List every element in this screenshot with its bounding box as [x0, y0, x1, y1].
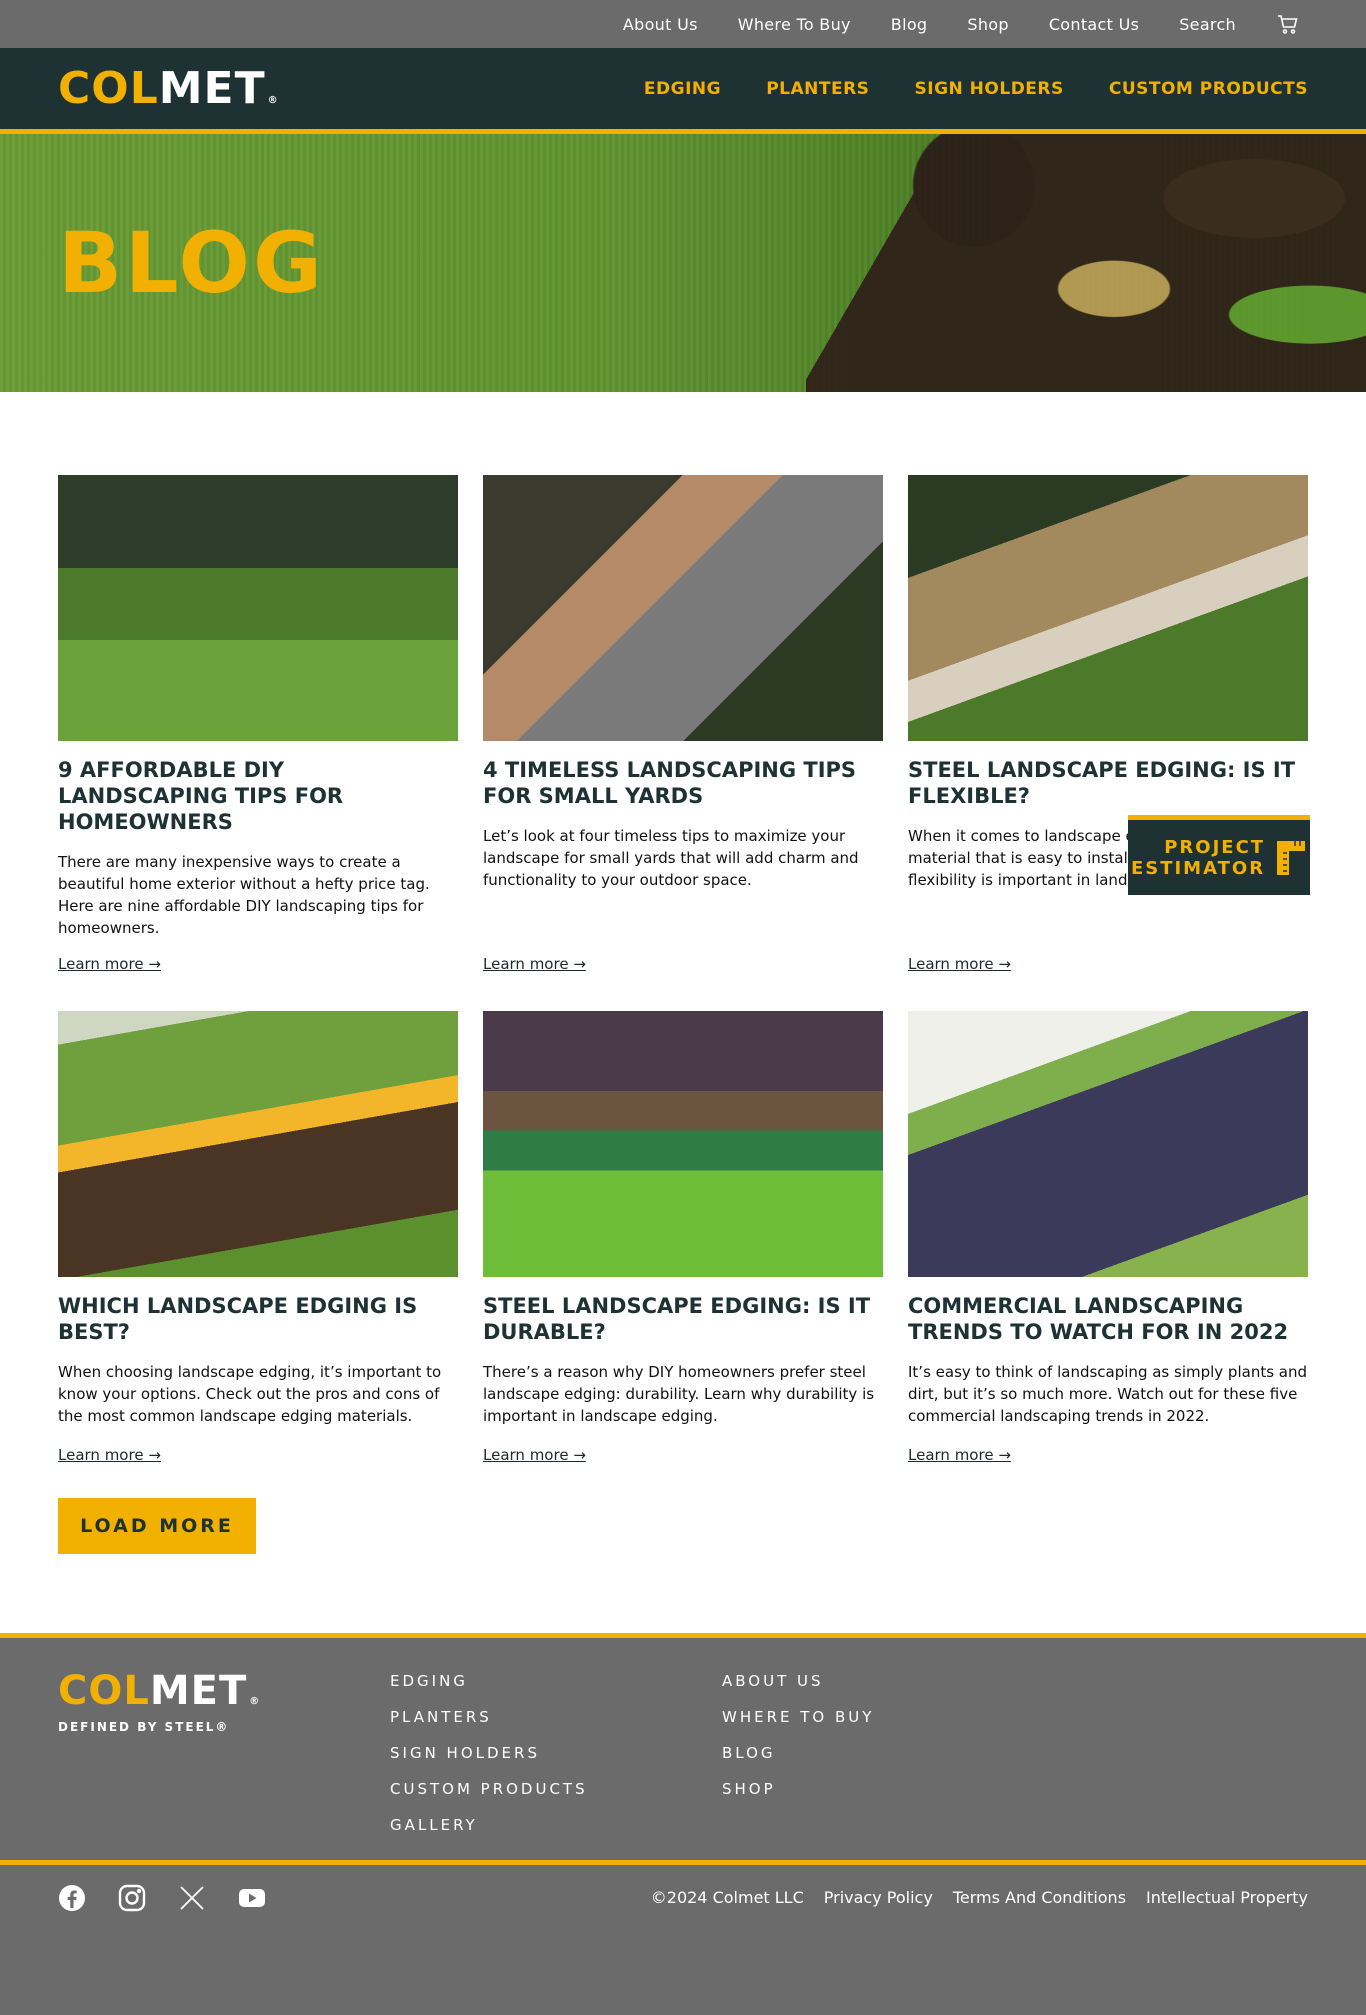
utility-link-contact[interactable]: Contact Us — [1049, 15, 1139, 34]
footer-logo-reg: ® — [249, 1696, 261, 1707]
learn-more-link[interactable]: Learn more → — [483, 1446, 586, 1464]
post-card: 4 TIMELESS LANDSCAPING TIPS FOR SMALL YA… — [483, 475, 883, 1011]
post-title[interactable]: 4 TIMELESS LANDSCAPING TIPS FOR SMALL YA… — [483, 757, 883, 809]
post-card: COMMERCIAL LANDSCAPING TRENDS TO WATCH F… — [908, 1011, 1308, 1499]
footer-link-blog[interactable]: BLOG — [722, 1744, 874, 1762]
footer-link-where-to-buy[interactable]: WHERE TO BUY — [722, 1708, 874, 1726]
post-thumbnail[interactable] — [908, 1011, 1308, 1277]
footer-link-planters[interactable]: PLANTERS — [390, 1708, 588, 1726]
logo-met: MET — [158, 63, 266, 114]
logo-col: COL — [58, 63, 159, 114]
post-title[interactable]: 9 AFFORDABLE DIY LANDSCAPING TIPS FOR HO… — [58, 757, 458, 835]
instagram-icon[interactable] — [118, 1884, 146, 1912]
hero-garden-image — [806, 134, 1366, 392]
project-estimator-button[interactable]: PROJECT ESTIMATOR — [1128, 815, 1310, 895]
terms-link[interactable]: Terms And Conditions — [953, 1888, 1126, 1907]
youtube-icon[interactable] — [238, 1884, 266, 1912]
posts-grid: 9 AFFORDABLE DIY LANDSCAPING TIPS FOR HO… — [58, 475, 1308, 1499]
learn-more-link[interactable]: Learn more → — [483, 955, 586, 973]
copyright-text: ©2024 Colmet LLC — [650, 1888, 804, 1907]
footer-link-custom-products[interactable]: CUSTOM PRODUCTS — [390, 1780, 588, 1798]
primary-nav: EDGING PLANTERS SIGN HOLDERS CUSTOM PROD… — [604, 79, 1308, 99]
privacy-policy-link[interactable]: Privacy Policy — [824, 1888, 933, 1907]
nav-custom-products[interactable]: CUSTOM PRODUCTS — [1109, 79, 1308, 99]
footer-divider — [0, 1860, 1366, 1865]
footer-logo-col: COL — [58, 1668, 150, 1714]
site-footer: COL MET ® DEFINED BY STEEL® EDGING PLANTER… — [0, 1633, 1366, 2015]
social-links — [58, 1884, 266, 1912]
intellectual-property-link[interactable]: Intellectual Property — [1146, 1888, 1308, 1907]
post-card: WHICH LANDSCAPE EDGING IS BEST? When cho… — [58, 1011, 458, 1499]
post-thumbnail[interactable] — [58, 1011, 458, 1277]
estimator-label: PROJECT ESTIMATOR — [1131, 837, 1265, 879]
post-title[interactable]: STEEL LANDSCAPE EDGING: IS IT DURABLE? — [483, 1293, 883, 1345]
post-card: STEEL LANDSCAPE EDGING: IS IT FLEXIBLE? … — [908, 475, 1308, 1011]
estimator-line-2: ESTIMATOR — [1130, 857, 1266, 879]
nav-planters[interactable]: PLANTERS — [766, 79, 869, 99]
post-card: STEEL LANDSCAPE EDGING: IS IT DURABLE? T… — [483, 1011, 883, 1499]
utility-link-shop[interactable]: Shop — [967, 15, 1008, 34]
post-card: 9 AFFORDABLE DIY LANDSCAPING TIPS FOR HO… — [58, 475, 458, 1011]
post-thumbnail[interactable] — [483, 1011, 883, 1277]
main-nav: COL MET ® EDGING PLANTERS SIGN HOLDERS CUS… — [0, 48, 1366, 134]
logo-reg: ® — [267, 95, 279, 106]
post-thumbnail[interactable] — [483, 475, 883, 741]
post-excerpt: It’s easy to think of landscaping as sim… — [908, 1363, 1308, 1425]
utility-link-blog[interactable]: Blog — [891, 15, 928, 34]
footer-link-edging[interactable]: EDGING — [390, 1672, 588, 1690]
post-excerpt: Let’s look at four timeless tips to maxi… — [483, 827, 859, 889]
utility-link-search[interactable]: Search — [1179, 15, 1236, 34]
post-excerpt: There are many inexpensive ways to creat… — [58, 853, 430, 937]
footer-link-shop[interactable]: SHOP — [722, 1780, 874, 1798]
post-title[interactable]: WHICH LANDSCAPE EDGING IS BEST? — [58, 1293, 458, 1345]
footer-products-links: EDGING PLANTERS SIGN HOLDERS CUSTOM PROD… — [390, 1672, 588, 1852]
footer-logo-met: MET — [149, 1668, 248, 1714]
nav-sign-holders[interactable]: SIGN HOLDERS — [915, 79, 1064, 99]
hero-banner: BLOG — [0, 134, 1366, 392]
learn-more-link[interactable]: Learn more → — [58, 1446, 161, 1464]
facebook-icon[interactable] — [58, 1884, 86, 1912]
footer-link-sign-holders[interactable]: SIGN HOLDERS — [390, 1744, 588, 1762]
post-thumbnail[interactable] — [58, 475, 458, 741]
learn-more-link[interactable]: Learn more → — [908, 1446, 1011, 1464]
colmet-logo[interactable]: COL MET ® — [58, 63, 279, 114]
nav-edging[interactable]: EDGING — [644, 79, 721, 99]
utility-link-about[interactable]: About Us — [623, 15, 698, 34]
post-excerpt: When choosing landscape edging, it’s imp… — [58, 1363, 442, 1425]
post-title[interactable]: COMMERCIAL LANDSCAPING TRENDS TO WATCH F… — [908, 1293, 1308, 1345]
utility-bar: About Us Where To Buy Blog Shop Contact … — [0, 0, 1366, 48]
footer-tagline: DEFINED BY STEEL® — [58, 1720, 230, 1734]
footer-company-links: ABOUT US WHERE TO BUY BLOG SHOP — [722, 1672, 874, 1816]
ruler-icon — [1275, 839, 1307, 877]
post-excerpt: There’s a reason why DIY homeowners pref… — [483, 1363, 875, 1425]
footer-logo-block: COL MET ® DEFINED BY STEEL® — [58, 1668, 260, 1734]
post-thumbnail[interactable] — [908, 475, 1308, 741]
learn-more-link[interactable]: Learn more → — [58, 955, 161, 973]
footer-link-gallery[interactable]: GALLERY — [390, 1816, 588, 1834]
footer-logo[interactable]: COL MET ® — [58, 1668, 260, 1714]
cart-icon[interactable] — [1276, 12, 1300, 36]
utility-link-where-to-buy[interactable]: Where To Buy — [738, 15, 851, 34]
load-more-button[interactable]: LOAD MORE — [58, 1498, 256, 1554]
learn-more-link[interactable]: Learn more → — [908, 955, 1011, 973]
page-title: BLOG — [58, 214, 325, 312]
post-title[interactable]: STEEL LANDSCAPE EDGING: IS IT FLEXIBLE? — [908, 757, 1308, 809]
estimator-line-1: PROJECT — [1164, 836, 1266, 858]
x-icon[interactable] — [178, 1884, 206, 1912]
footer-link-about[interactable]: ABOUT US — [722, 1672, 874, 1690]
legal-links: ©2024 Colmet LLC Privacy Policy Terms An… — [651, 1888, 1308, 1907]
